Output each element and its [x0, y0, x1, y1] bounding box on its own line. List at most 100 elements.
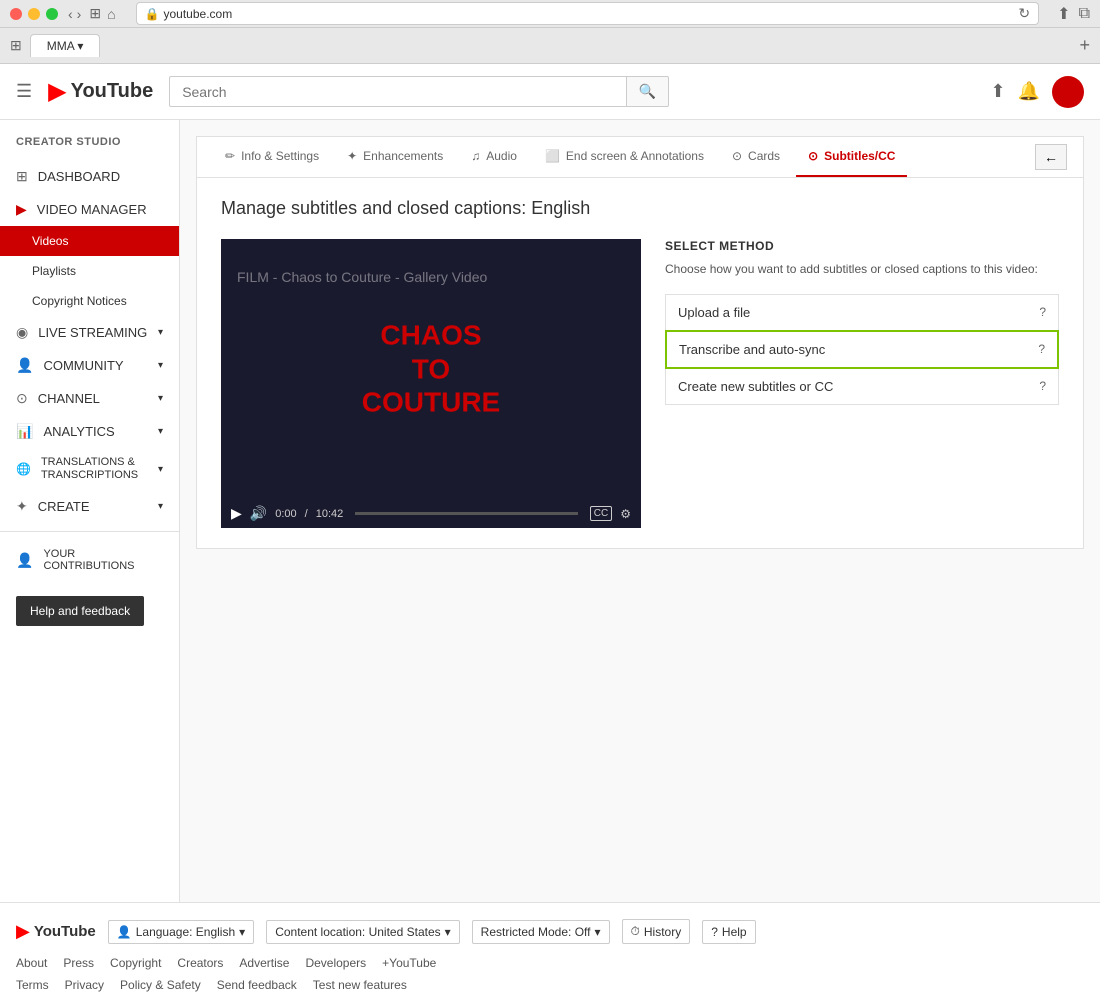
upload-btn[interactable]: ⬆: [990, 81, 1005, 102]
yt-logo-icon: ▶: [48, 77, 66, 106]
sidebar-title: CREATOR STUDIO: [0, 136, 179, 160]
hamburger-menu-btn[interactable]: ☰: [16, 81, 32, 102]
video-text-line2: TO: [362, 352, 500, 386]
tab-enhancements-label: Enhancements: [363, 149, 443, 163]
mac-newwin-btn[interactable]: ⧉: [1079, 5, 1090, 23]
sidebar-item-video-manager[interactable]: ▶ VIDEO MANAGER: [0, 193, 179, 226]
footer-link-send-feedback[interactable]: Send feedback: [217, 978, 297, 992]
sidebar-label-live: LIVE STREAMING: [38, 325, 147, 340]
method-option-upload-file[interactable]: Upload a file ?: [665, 294, 1059, 331]
tab-end-screen[interactable]: ⬜ End screen & Annotations: [533, 137, 716, 177]
search-button[interactable]: 🔍: [626, 76, 669, 107]
page-title: Manage subtitles and closed captions: En…: [221, 198, 1059, 219]
sidebar-label-create: CREATE: [38, 499, 90, 514]
mac-back-btn[interactable]: ‹: [68, 6, 73, 22]
sidebar-item-playlists[interactable]: Playlists: [0, 256, 179, 286]
tab-info-settings[interactable]: ✏ Info & Settings: [213, 137, 331, 177]
help-feedback-btn[interactable]: Help and feedback: [16, 596, 144, 626]
footer-link-copyright[interactable]: Copyright: [110, 956, 161, 970]
video-settings-btn[interactable]: ⚙: [620, 507, 631, 521]
sidebar-item-live-streaming[interactable]: ◉ LIVE STREAMING ▾: [0, 316, 179, 349]
video-time-total: 10:42: [316, 508, 344, 520]
footer-language-icon: 👤: [117, 925, 132, 939]
contributions-icon: 👤: [16, 552, 33, 569]
method-option-create-new[interactable]: Create new subtitles or CC ?: [665, 368, 1059, 405]
sidebar-divider: [0, 531, 179, 532]
sidebar-item-create[interactable]: ✦ CREATE ▾: [0, 490, 179, 523]
mac-url-bar[interactable]: 🔒 youtube.com ↻: [136, 2, 1040, 25]
footer-language-select[interactable]: 👤 Language: English ▾: [108, 920, 254, 944]
mac-window-controls: [10, 8, 58, 20]
yt-header: ☰ ▶ YouTube 🔍 ⬆ 🔔: [0, 64, 1100, 120]
sidebar-item-translations[interactable]: 🌐 TRANSLATIONS & TRANSCRIPTIONS ▾: [0, 448, 179, 490]
select-method-desc: Choose how you want to add subtitles or …: [665, 261, 1059, 278]
channel-icon: ⊙: [16, 390, 28, 407]
mac-maximize-btn[interactable]: [46, 8, 58, 20]
mac-minimize-btn[interactable]: [28, 8, 40, 20]
video-cc-btn[interactable]: CC: [590, 506, 612, 521]
yt-logo[interactable]: ▶ YouTube: [48, 77, 153, 106]
sidebar-item-dashboard[interactable]: ⊞ DASHBOARD: [0, 160, 179, 193]
channel-expand-icon: ▾: [158, 393, 163, 404]
footer-link-press[interactable]: Press: [63, 956, 94, 970]
sidebar-item-community[interactable]: 👤 COMMUNITY ▾: [0, 349, 179, 382]
footer-link-advertise[interactable]: Advertise: [239, 956, 289, 970]
mac-close-btn[interactable]: [10, 8, 22, 20]
footer-help-btn[interactable]: ? Help: [702, 920, 755, 944]
active-tab[interactable]: MMA ▾: [30, 34, 101, 57]
method-option-transcribe[interactable]: Transcribe and auto-sync ?: [665, 330, 1059, 369]
footer-link-policy-safety[interactable]: Policy & Safety: [120, 978, 201, 992]
video-progress-bar[interactable]: [355, 512, 578, 515]
mac-forward-btn[interactable]: ›: [77, 6, 82, 22]
transcribe-help-icon[interactable]: ?: [1038, 342, 1045, 356]
sidebar-label-videos: Videos: [32, 234, 68, 248]
upload-file-help-icon[interactable]: ?: [1039, 305, 1046, 319]
tab-enhancements[interactable]: ✦ Enhancements: [335, 137, 455, 177]
footer-content-location-select[interactable]: Content location: United States ▾: [266, 920, 459, 944]
translations-expand-icon: ▾: [158, 464, 163, 475]
search-input[interactable]: [169, 76, 626, 107]
mac-sidebar-toggle[interactable]: ⊞: [89, 5, 101, 22]
footer-logo-text: YouTube: [34, 923, 96, 940]
mac-reload-btn[interactable]: ↻: [1018, 5, 1030, 22]
chrome-apps-icon[interactable]: ⊞: [10, 37, 22, 54]
new-tab-btn[interactable]: +: [1079, 35, 1090, 56]
tab-subtitles[interactable]: ⊙ Subtitles/CC: [796, 137, 907, 177]
sidebar-item-your-contributions[interactable]: 👤 YOUR CONTRIBUTIONS: [0, 540, 179, 580]
video-play-btn[interactable]: ▶: [231, 505, 242, 522]
footer-link-creators[interactable]: Creators: [177, 956, 223, 970]
sidebar-item-videos[interactable]: Videos: [0, 226, 179, 256]
footer-content-location-arrow: ▾: [445, 925, 451, 939]
tab-cards-label: Cards: [748, 149, 780, 163]
notifications-btn[interactable]: 🔔: [1018, 81, 1040, 102]
mac-lock-icon: 🔒: [145, 7, 160, 21]
search-container: 🔍: [169, 76, 669, 107]
page-content: Manage subtitles and closed captions: En…: [197, 178, 1083, 548]
create-new-help-icon[interactable]: ?: [1039, 379, 1046, 393]
mac-share-btn[interactable]: ⬆: [1057, 4, 1070, 24]
sidebar-item-copyright-notices[interactable]: Copyright Notices: [0, 286, 179, 316]
footer-link-about[interactable]: About: [16, 956, 47, 970]
community-icon: 👤: [16, 357, 33, 374]
create-expand-icon: ▾: [158, 501, 163, 512]
footer-restricted-mode-select[interactable]: Restricted Mode: Off ▾: [472, 920, 610, 944]
video-text-line3: COUTURE: [362, 386, 500, 420]
subtitles-icon: ⊙: [808, 149, 818, 163]
footer-link-plus-youtube[interactable]: +YouTube: [382, 956, 436, 970]
sidebar-item-channel[interactable]: ⊙ CHANNEL ▾: [0, 382, 179, 415]
footer-link-test-new-features[interactable]: Test new features: [313, 978, 407, 992]
video-volume-btn[interactable]: 🔊: [250, 505, 267, 522]
footer-logo-icon: ▶: [16, 921, 30, 942]
sidebar-item-analytics[interactable]: 📊 ANALYTICS ▾: [0, 415, 179, 448]
mac-home-btn[interactable]: ⌂: [107, 6, 115, 22]
user-avatar[interactable]: [1052, 76, 1084, 108]
video-player: FILM - Chaos to Couture - Gallery Video …: [221, 239, 641, 499]
footer-link-developers[interactable]: Developers: [305, 956, 366, 970]
panel-back-btn[interactable]: ←: [1035, 144, 1067, 170]
footer-link-privacy[interactable]: Privacy: [65, 978, 104, 992]
footer-history-btn[interactable]: ⏱ History: [622, 919, 691, 944]
footer-link-terms[interactable]: Terms: [16, 978, 49, 992]
tab-cards[interactable]: ⊙ Cards: [720, 137, 792, 177]
tab-audio[interactable]: ♫ Audio: [459, 137, 529, 177]
cards-icon: ⊙: [732, 149, 742, 163]
